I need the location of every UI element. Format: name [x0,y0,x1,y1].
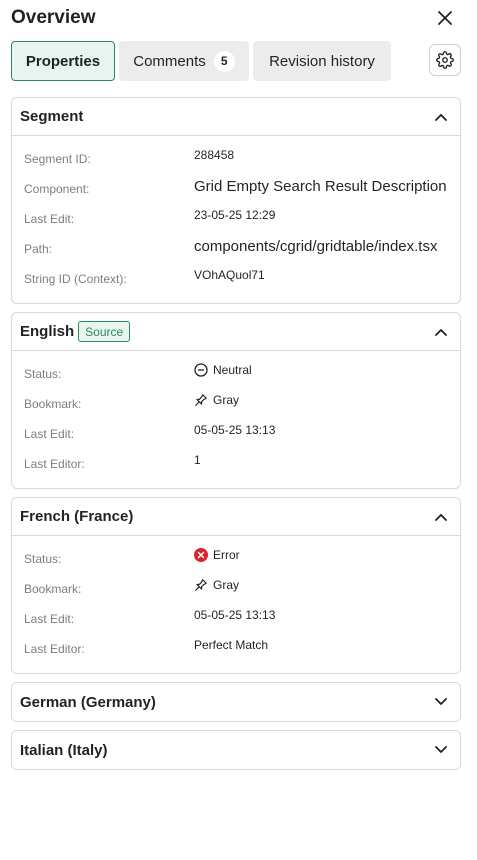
english-status-row: Status: Neutral [24,363,448,393]
english-bookmark-row: Bookmark: Gray [24,393,448,423]
pin-icon [194,393,208,407]
italian-panel-title: Italian (Italy) [20,741,108,759]
french-last-edit-value: 05-05-25 13:13 [194,608,276,622]
chevron-down-icon[interactable] [434,743,448,757]
english-last-edit-row: Last Edit: 05-05-25 13:13 [24,423,448,453]
chevron-up-icon[interactable] [434,110,448,124]
string-id-row: String ID (Context): VOhAQuol71 [24,268,448,298]
french-status-row: Status: Error [24,548,448,578]
chevron-up-icon[interactable] [434,325,448,339]
path-label: Path: [24,242,53,256]
path-value: components/cgrid/gridtable/index.tsx [194,238,438,255]
segment-panel: Segment Segment ID: 288458 Component: Gr… [11,97,461,304]
french-last-edit-row: Last Edit: 05-05-25 13:13 [24,608,448,638]
french-panel-title: French (France) [20,508,134,525]
french-status-text: Error [213,548,240,562]
english-status-value: Neutral [194,363,252,377]
segment-last-edit-value: 23-05-25 12:29 [194,208,276,222]
tab-properties-label: Properties [25,52,101,70]
english-last-editor-label: Last Editor: [24,457,85,471]
italian-panel-header[interactable]: Italian (Italy) [12,731,460,769]
french-panel-header[interactable]: French (France) [12,498,460,536]
source-badge: Source [78,321,131,342]
comments-count-badge: 5 [213,50,235,72]
french-last-editor-value: Perfect Match [194,638,269,652]
english-status-text: Neutral [213,363,252,377]
french-bookmark-value: Gray [194,578,239,592]
path-row: Path: components/cgrid/gridtable/index.t… [24,238,448,268]
component-row: Component: Grid Empty Search Result Desc… [24,178,448,208]
segment-id-value: 288458 [194,148,235,162]
english-bookmark-label: Bookmark: [24,397,82,411]
segment-last-edit-row: Last Edit: 23-05-25 12:29 [24,208,448,238]
french-bookmark-row: Bookmark: Gray [24,578,448,608]
tab-properties[interactable]: Properties [11,41,115,81]
french-bookmark-label: Bookmark: [24,582,82,596]
error-circle-icon [194,548,208,562]
english-panel: English Source Status: Neutral Bookmark:… [11,312,461,489]
panel-header: Overview [0,0,477,38]
tab-bar: Properties Comments 5 Revision history [11,41,471,81]
english-status-label: Status: [24,367,62,381]
english-last-edit-value: 05-05-25 13:13 [194,423,276,437]
french-panel: French (France) Status: Error Bookmark: … [11,497,461,674]
string-id-label: String ID (Context): [24,272,127,286]
english-panel-header[interactable]: English Source [12,313,460,351]
german-panel: German (Germany) [11,682,461,722]
english-last-editor-row: Last Editor: 1 [24,453,448,483]
english-bookmark-text: Gray [213,393,240,407]
close-icon [438,11,452,25]
french-status-value: Error [194,548,240,562]
tab-comments-label: Comments [133,52,206,70]
english-bookmark-value: Gray [194,393,239,407]
french-status-label: Status: [24,552,62,566]
string-id-value: VOhAQuol71 [194,268,265,282]
french-last-edit-label: Last Edit: [24,612,75,626]
close-button[interactable] [434,7,456,29]
segment-id-row: Segment ID: 288458 [24,148,448,178]
segment-last-edit-label: Last Edit: [24,212,75,226]
english-last-edit-label: Last Edit: [24,427,75,441]
french-last-editor-row: Last Editor: Perfect Match [24,638,448,668]
german-panel-header[interactable]: German (Germany) [12,683,460,721]
chevron-down-icon[interactable] [434,695,448,709]
pin-icon [194,578,208,592]
english-panel-title: English [20,323,75,340]
segment-id-label: Segment ID: [24,152,91,166]
french-last-editor-label: Last Editor: [24,642,85,656]
segment-panel-header[interactable]: Segment [12,98,460,136]
english-last-editor-value: 1 [194,453,201,467]
french-bookmark-text: Gray [213,578,240,592]
page-title: Overview [11,7,96,28]
gear-icon [436,51,454,69]
component-value: Grid Empty Search Result Description [194,178,447,195]
settings-button[interactable] [429,44,461,76]
tab-revision-history-label: Revision history [269,52,375,70]
tab-revision-history[interactable]: Revision history [253,41,391,81]
italian-panel: Italian (Italy) [11,730,461,770]
german-panel-title: German (Germany) [20,693,156,711]
neutral-circle-icon [194,363,208,377]
segment-panel-title: Segment [20,108,84,125]
tab-comments[interactable]: Comments 5 [119,41,249,81]
component-label: Component: [24,182,90,196]
chevron-up-icon[interactable] [434,510,448,524]
